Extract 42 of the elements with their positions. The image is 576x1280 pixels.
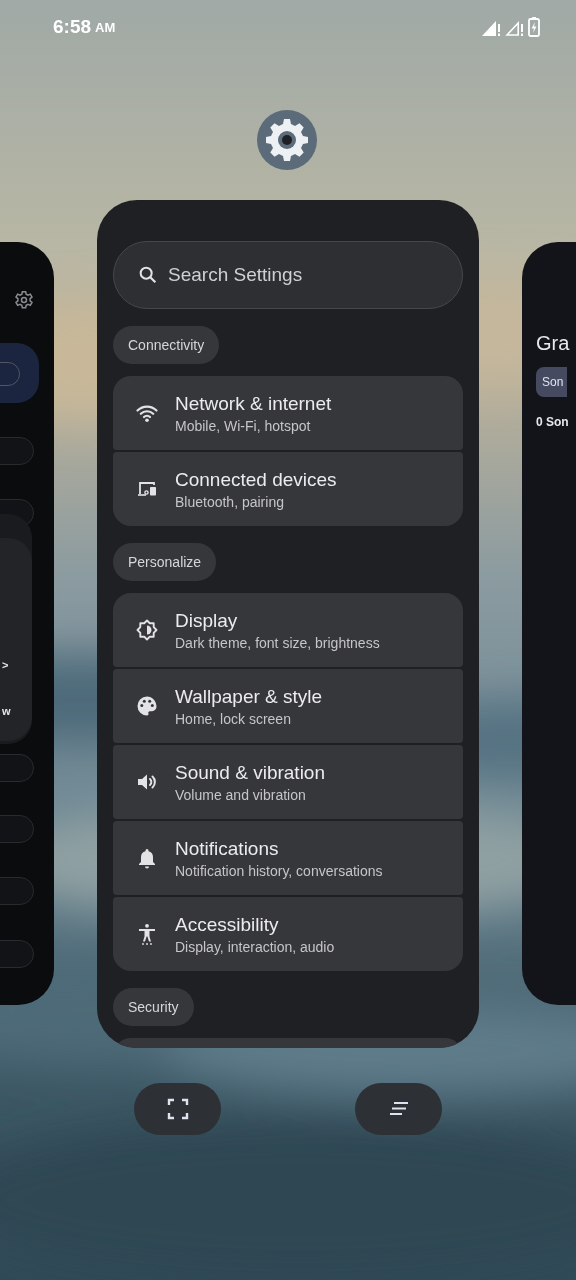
section-header: Personalize: [113, 543, 217, 581]
settings-item[interactable]: Display Dark theme, font size, brightness: [113, 593, 463, 667]
clock-time: 6:58: [53, 16, 92, 38]
item-title: Network & internet: [175, 392, 332, 415]
settings-item[interactable]: Network & internet Mobile, Wi-Fi, hotspot: [113, 376, 463, 450]
item-subtitle: Bluetooth, pairing: [175, 493, 285, 510]
clock-meridiem: AM: [95, 19, 116, 35]
app-window[interactable]: Gra Son 0 Son: [522, 242, 576, 1005]
item-subtitle: Mobile, Wi-Fi, hotspot: [175, 417, 312, 434]
item-subtitle: Dark theme, font size, brightness: [175, 634, 380, 651]
menu-text: w: [2, 705, 11, 717]
app-window[interactable]: > w: [0, 242, 54, 1005]
settings-window[interactable]: [97, 200, 479, 1048]
palette-icon: [135, 694, 159, 718]
item-title: Display: [175, 609, 239, 632]
section-header: Connectivity: [113, 326, 220, 364]
item-subtitle: Volume and vibration: [175, 786, 307, 803]
page-title: Gra: [536, 332, 570, 355]
settings-item[interactable]: Sound & vibration Volume and vibration: [113, 745, 463, 819]
settings-icon[interactable]: [14, 290, 34, 310]
settings-item[interactable]: Connected devices Bluetooth, pairing: [113, 452, 463, 526]
search-field[interactable]: Search Settings: [113, 241, 463, 309]
item-title: Connected devices: [175, 468, 337, 491]
screenshot-icon: [165, 1097, 190, 1121]
settings-item[interactable]: Accessibility Display, interaction, audio: [113, 897, 463, 971]
menu-text: >: [2, 659, 9, 671]
section-header: Security: [113, 988, 194, 1026]
item-subtitle: Notification history, conversations: [175, 862, 383, 879]
battery-charging-icon: [528, 17, 540, 37]
settings-item[interactable]: Wallpaper & style Home, lock screen: [113, 669, 463, 743]
count-label: 0 Son: [536, 415, 569, 429]
item-title: Wallpaper & style: [175, 685, 323, 708]
item-subtitle: Display, interaction, audio: [175, 938, 335, 955]
settings-icon[interactable]: [257, 110, 317, 170]
item-title: Notifications: [175, 837, 280, 860]
item-subtitle: Home, lock screen: [175, 710, 292, 727]
item-title: Sound & vibration: [175, 761, 325, 784]
item-title: Accessibility: [175, 913, 280, 936]
brightness-icon: [135, 618, 159, 642]
settings-item[interactable]: Notifications Notification history, conversations: [113, 821, 463, 895]
filter-chip[interactable]: Son: [536, 367, 568, 397]
search-icon: [137, 264, 159, 286]
